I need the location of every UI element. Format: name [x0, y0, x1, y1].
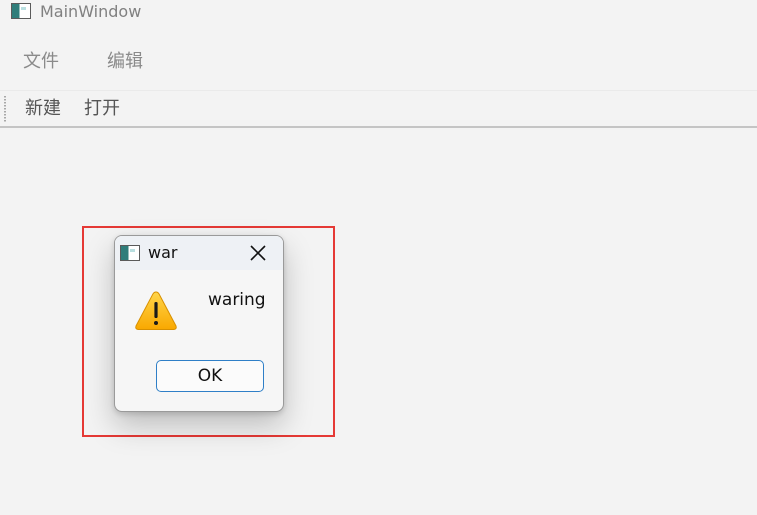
close-icon [250, 245, 266, 261]
toolbar-divider [0, 126, 757, 128]
title-bar[interactable]: MainWindow [0, 0, 757, 26]
app-window-icon [11, 3, 31, 19]
dialog-close-button[interactable] [243, 239, 273, 267]
app-window-icon [120, 245, 140, 261]
window-title: MainWindow [40, 2, 142, 21]
dialog-message: waring [208, 290, 266, 310]
menu-item-file[interactable]: 文件 [23, 42, 59, 82]
main-window: MainWindow 文件 编辑 新建 打开 war waring OK [0, 0, 757, 515]
warning-dialog: war waring OK [114, 235, 284, 412]
dialog-title-bar[interactable]: war [115, 236, 283, 270]
dialog-title: war [148, 243, 178, 262]
warning-icon [135, 291, 177, 330]
toolbar-new-button[interactable]: 新建 [25, 94, 61, 124]
menu-item-edit[interactable]: 编辑 [107, 42, 143, 82]
toolbar-grip-handle[interactable] [4, 96, 6, 122]
menu-bar: 文件 编辑 [0, 42, 757, 82]
ok-button[interactable]: OK [156, 360, 264, 392]
toolbar: 新建 打开 [0, 90, 757, 127]
toolbar-open-button[interactable]: 打开 [84, 94, 120, 124]
